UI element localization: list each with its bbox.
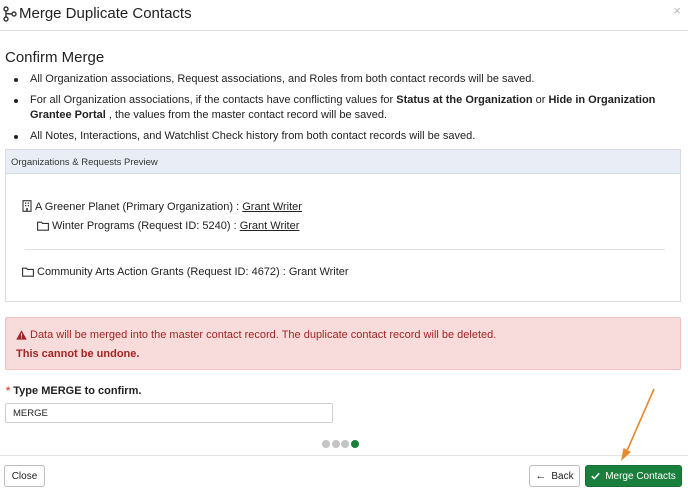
list-item: All Notes, Interactions, and Watchlist C… bbox=[12, 129, 672, 145]
request-text: Community Arts Action Grants (Request ID… bbox=[37, 266, 349, 278]
arrow-left-icon: ← bbox=[535, 470, 547, 482]
preview-header: Organizations & Requests Preview bbox=[6, 150, 680, 174]
step-dot-active bbox=[350, 440, 359, 448]
org-role-link[interactable]: Grant Writer bbox=[242, 201, 302, 213]
warning-message: Data will be merged into the master cont… bbox=[30, 329, 497, 341]
warning-triangle-icon bbox=[16, 330, 27, 340]
preview-org-row: A Greener Planet (Primary Organization) … bbox=[22, 200, 302, 213]
step-dot bbox=[331, 440, 340, 448]
list-item: For all Organization associations, if th… bbox=[12, 93, 672, 124]
merge-info-list: All Organization associations, Request a… bbox=[12, 72, 672, 149]
confirm-merge-heading: Confirm Merge bbox=[5, 49, 105, 66]
preview-divider bbox=[25, 249, 665, 250]
close-icon[interactable]: × bbox=[673, 3, 681, 18]
preview-request-row: Winter Programs (Request ID: 5240) : Gra… bbox=[37, 220, 299, 232]
preview-request-row: Community Arts Action Grants (Request ID… bbox=[22, 266, 349, 278]
list-item: All Organization associations, Request a… bbox=[12, 72, 672, 88]
close-button[interactable]: Close bbox=[4, 465, 45, 487]
merge-confirm-input[interactable] bbox=[5, 403, 333, 423]
organizations-requests-preview: Organizations & Requests Preview A Green… bbox=[5, 149, 681, 302]
merge-confirm-label: * Type MERGE to confirm. bbox=[6, 385, 142, 397]
back-button[interactable]: ← Back bbox=[529, 465, 580, 487]
step-indicator bbox=[322, 435, 360, 453]
building-icon bbox=[22, 200, 32, 212]
dialog-header: Merge Duplicate Contacts × bbox=[0, 0, 688, 31]
request-role-link[interactable]: Grant Writer bbox=[240, 220, 300, 232]
merge-icon bbox=[3, 6, 17, 22]
step-dot bbox=[341, 440, 349, 448]
request-name: Winter Programs (Request ID: 5240) : bbox=[52, 220, 240, 232]
warning-alert: Data will be merged into the master cont… bbox=[5, 317, 681, 370]
folder-icon bbox=[37, 221, 49, 231]
step-dot bbox=[322, 440, 330, 448]
dialog-title: Merge Duplicate Contacts bbox=[19, 5, 192, 22]
annotation-arrow bbox=[621, 388, 655, 461]
merge-contacts-button[interactable]: Merge Contacts bbox=[585, 465, 682, 487]
warning-emphasis: This cannot be undone. bbox=[16, 348, 140, 360]
folder-icon bbox=[22, 267, 34, 277]
org-name: A Greener Planet (Primary Organization) … bbox=[35, 201, 243, 213]
required-mark: * bbox=[6, 385, 11, 397]
check-icon bbox=[591, 472, 600, 480]
